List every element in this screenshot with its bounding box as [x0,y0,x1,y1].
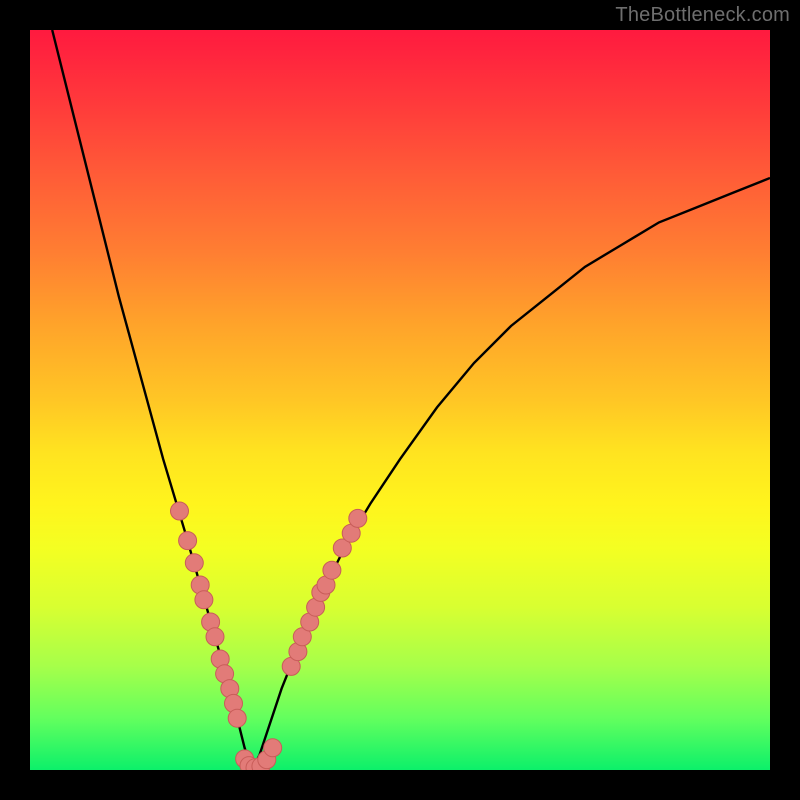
data-marker [195,591,213,609]
data-marker [228,709,246,727]
watermark-text: TheBottleneck.com [615,4,790,27]
data-marker [171,502,189,520]
bottleneck-curve [52,30,770,770]
data-marker [323,561,341,579]
data-marker [349,509,367,527]
data-marker [185,554,203,572]
chart-overlay [30,30,770,770]
data-marker [206,628,224,646]
chart-frame: TheBottleneck.com [0,0,800,800]
data-marker [179,532,197,550]
data-marker [264,739,282,757]
